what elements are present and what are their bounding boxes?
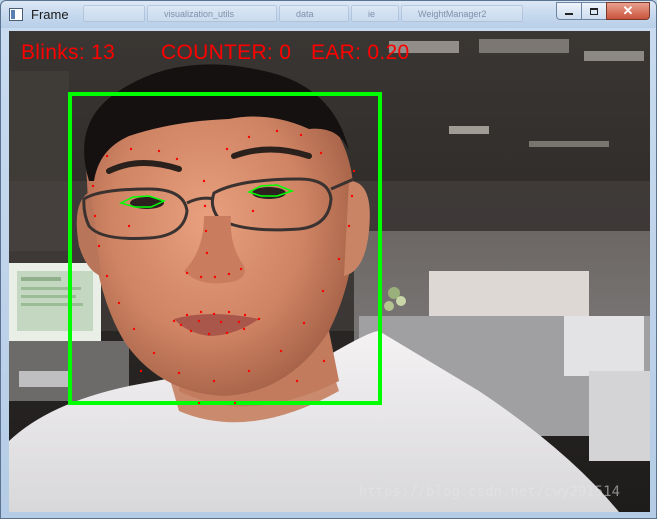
video-frame: Blinks: 13 COUNTER: 0 EAR: 0.20 https://…	[9, 31, 650, 512]
webcam-scene	[9, 31, 650, 512]
ghost-tab-3: data	[279, 5, 349, 22]
ghost-tab-5: WeightManager2	[401, 5, 523, 22]
maximize-icon	[590, 7, 598, 15]
blinks-readout: Blinks: 13	[21, 41, 116, 64]
window-app-icon	[9, 8, 23, 21]
counter-readout: COUNTER: 0	[161, 41, 292, 64]
background-taskbar-ghost: visualization_utils data ie WeightManage…	[83, 5, 523, 23]
ghost-tab-4: ie	[351, 5, 399, 22]
window-title: Frame	[31, 7, 69, 22]
close-button[interactable]: ✕	[606, 2, 650, 20]
ghost-tab-1	[83, 5, 145, 22]
ghost-tab-2: visualization_utils	[147, 5, 277, 22]
caption-buttons: ✕	[556, 2, 650, 21]
title-bar[interactable]: Frame visualization_utils data ie Weight…	[1, 1, 656, 28]
app-window: Frame visualization_utils data ie Weight…	[0, 0, 657, 519]
minimize-icon	[565, 13, 573, 15]
watermark-text: https://blog.csdn.net/cwy291514	[358, 484, 620, 500]
minimize-button[interactable]	[556, 2, 582, 20]
close-icon: ✕	[622, 3, 634, 18]
maximize-button[interactable]	[581, 2, 607, 20]
ear-readout: EAR: 0.20	[311, 41, 410, 64]
